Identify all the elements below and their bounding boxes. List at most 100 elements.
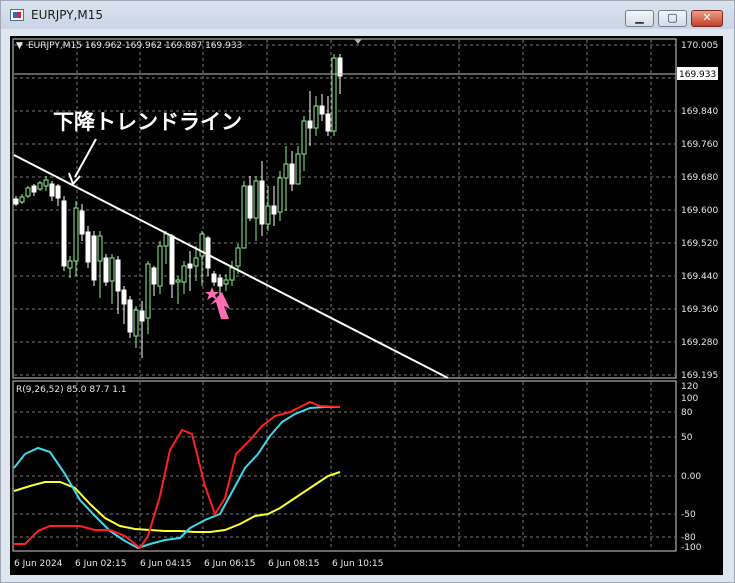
candle-body (73, 207, 79, 262)
candle-body (151, 267, 157, 285)
candle-body (97, 235, 103, 262)
candle-body (289, 163, 295, 185)
candle-body (247, 185, 253, 219)
minimize-button[interactable]: ▁ (625, 10, 654, 27)
candle-body (271, 205, 277, 215)
level-label: 120 (681, 382, 698, 392)
candle-body (55, 185, 61, 199)
candle-body (169, 235, 175, 285)
price-label: 169.520 (681, 239, 718, 249)
candle-body (181, 265, 187, 283)
candle-body (13, 198, 19, 205)
chart-area[interactable]: 下降トレンドライン ▼ EURJPY,M15 169.962 169.962 1… (10, 36, 723, 575)
candle-body (19, 196, 25, 203)
candle-body (163, 233, 169, 247)
level-label: 0.00 (681, 472, 701, 482)
shift-marker-icon[interactable] (354, 39, 362, 44)
price-label: 169.760 (681, 140, 718, 150)
maximize-button[interactable]: ▢ (658, 10, 687, 27)
time-label: 6 Jun 06:15 (204, 559, 255, 569)
price-axis: 170.005 169.840 169.760 169.680 169.600 169.5… (681, 41, 718, 381)
time-label: 6 Jun 02:15 (75, 559, 126, 569)
candle-body (319, 105, 325, 115)
candle-body (85, 231, 91, 263)
candle-body (325, 113, 331, 132)
candle-body (61, 200, 67, 267)
candle-body (145, 263, 151, 319)
price-label: 169.360 (681, 305, 718, 315)
candle-body (217, 277, 223, 287)
level-label: -80 (681, 533, 696, 543)
candle-body (259, 180, 265, 225)
chart-app-icon (10, 9, 24, 21)
chart-window: EURJPY,M15 ▁ ▢ ✕ 下降トレンドライン ▼ EURJPY,M15 … (0, 0, 735, 583)
time-axis: 6 Jun 2024 6 Jun 02:15 6 Jun 04:15 6 Jun 06… (14, 559, 383, 569)
title-bar[interactable]: EURJPY,M15 ▁ ▢ ✕ (1, 1, 734, 29)
level-label: 80 (681, 408, 693, 418)
candle-body (211, 273, 217, 283)
price-label: 169.840 (681, 107, 718, 117)
candle-body (241, 185, 247, 249)
current-price-label: 169.933 (679, 70, 716, 80)
window-title: EURJPY,M15 (31, 8, 103, 22)
candle-body (295, 153, 301, 185)
candle-body (187, 263, 193, 269)
symbol-marker[interactable]: ▼ (16, 41, 23, 51)
trendline-annotation: 下降トレンドライン (53, 110, 242, 134)
level-label: -50 (681, 510, 696, 520)
candle-body (43, 179, 49, 187)
chart-grid (14, 40, 675, 377)
candle-body (265, 205, 271, 225)
candle-body (307, 120, 313, 129)
chart-header: EURJPY,M15 169.962 169.962 169.887 169.9… (28, 41, 242, 51)
candle-body (223, 279, 229, 285)
price-label: 169.195 (681, 371, 718, 381)
level-label: -100 (681, 543, 702, 553)
close-button[interactable]: ✕ (691, 10, 723, 27)
time-label: 6 Jun 2024 (14, 559, 63, 569)
candle-body (253, 180, 259, 219)
candle-body (229, 267, 235, 281)
candle-body (157, 245, 163, 287)
candle-body (121, 289, 127, 305)
candle-body (133, 309, 139, 337)
candle-body (109, 257, 115, 282)
downtrend-line[interactable] (13, 154, 449, 379)
candle-body (49, 183, 55, 197)
candle-body (331, 57, 337, 132)
indicator-fast-line (14, 400, 341, 550)
candle-body (139, 310, 145, 322)
indicator-axis: 120 100 80 50 0.00 -50 -80-100 (681, 382, 702, 553)
level-label: 100 (681, 394, 698, 404)
time-label: 6 Jun 04:15 (140, 559, 191, 569)
time-label: 6 Jun 08:15 (268, 559, 319, 569)
candle-body (103, 257, 109, 283)
indicator-header: R(9,26,52) 85.0 87.7 1.1 (16, 385, 127, 395)
price-label: 169.440 (681, 272, 718, 282)
candle-body (25, 187, 31, 197)
candle-body (193, 257, 199, 267)
indicator-slow-line (13, 471, 341, 533)
candle-body (235, 247, 241, 267)
arrow-icon (74, 138, 97, 178)
price-label: 169.680 (681, 173, 718, 183)
candle-body (127, 299, 133, 333)
candle-body (337, 57, 343, 77)
candle-body (313, 105, 319, 129)
candle-body (277, 177, 283, 213)
price-label: 170.005 (681, 41, 718, 51)
candle-body (175, 279, 181, 283)
arrow-head-icon (68, 172, 81, 186)
price-label: 169.600 (681, 206, 718, 216)
candlesticks (13, 54, 343, 358)
indicator-pane-frame (12, 380, 677, 552)
candle-body (301, 120, 307, 155)
candle-body (91, 235, 97, 281)
candle-body (79, 210, 85, 235)
candle-body (37, 182, 43, 190)
price-label: 169.280 (681, 338, 718, 348)
candle-body (115, 259, 121, 292)
indicator-grid (14, 382, 675, 550)
candle-body (67, 260, 73, 269)
time-label: 6 Jun 10:15 (332, 559, 383, 569)
